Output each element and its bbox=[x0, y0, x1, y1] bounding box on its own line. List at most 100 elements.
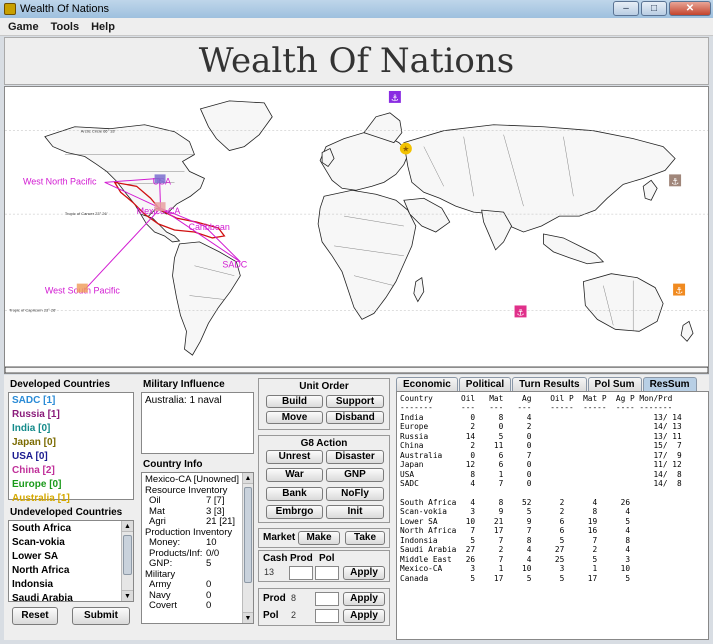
anchor-pink-icon[interactable]: ⚓ bbox=[514, 305, 527, 318]
header-banner: Wealth Of Nations bbox=[4, 37, 709, 85]
build-button[interactable]: Build bbox=[266, 395, 323, 408]
country-info-label: Army bbox=[149, 579, 172, 590]
maximize-button[interactable]: □ bbox=[641, 1, 667, 16]
region-label-caribbean[interactable]: Caribbean bbox=[188, 222, 229, 232]
developed-country-item[interactable]: Europe [0] bbox=[9, 477, 133, 491]
country-info-value: 0 bbox=[206, 579, 212, 590]
anchor-orange-icon[interactable]: ⚓ bbox=[673, 283, 686, 297]
gnp-button[interactable]: GNP bbox=[326, 468, 384, 482]
minimize-button[interactable]: – bbox=[613, 1, 639, 16]
market-panel: Market Make Take bbox=[258, 528, 390, 548]
menu-help[interactable]: Help bbox=[91, 21, 115, 33]
region-label-west-north-pacific[interactable]: West North Pacific bbox=[23, 176, 97, 186]
apply-cash-button[interactable]: Apply bbox=[343, 566, 385, 580]
developed-country-item[interactable]: Japan [0] bbox=[9, 435, 133, 449]
scroll-down-icon[interactable]: ▼ bbox=[122, 590, 133, 601]
bank-button[interactable]: Bank bbox=[266, 487, 323, 501]
developed-country-item[interactable]: India [0] bbox=[9, 421, 133, 435]
undeveloped-country-item[interactable]: North Africa bbox=[9, 563, 133, 577]
reset-button[interactable]: Reset bbox=[12, 607, 58, 625]
unit-order-panel: Unit Order Build Support Move Disband bbox=[258, 378, 390, 430]
developed-country-item[interactable]: Australia [1] bbox=[9, 491, 133, 505]
prod-input[interactable] bbox=[289, 566, 313, 580]
country-info-scroll-thumb[interactable] bbox=[244, 487, 252, 583]
disband-button[interactable]: Disband bbox=[326, 411, 384, 424]
undeveloped-scrollbar[interactable]: ▲ ▼ bbox=[121, 521, 133, 601]
market-label: Market bbox=[263, 532, 296, 543]
scroll-thumb[interactable] bbox=[123, 535, 132, 575]
developed-country-item[interactable]: USA [0] bbox=[9, 449, 133, 463]
menu-tools[interactable]: Tools bbox=[51, 21, 80, 33]
country-info-label: Money: bbox=[149, 537, 181, 548]
anchor-brown-icon[interactable]: ⚓ bbox=[669, 174, 682, 187]
anchor-purple-icon[interactable]: ⚓ bbox=[388, 90, 401, 104]
submit-button[interactable]: Submit bbox=[72, 607, 130, 625]
country-info-box: Mexico-CA [Unowned] Resource Inventory Oil… bbox=[141, 472, 254, 624]
war-button[interactable]: War bbox=[266, 468, 323, 482]
country-info-scrollbar[interactable]: ▲ ▼ bbox=[242, 473, 253, 623]
ressum-report: Country Oil Mat Ag Oil P Mat P Ag P Mon/… bbox=[396, 391, 709, 640]
prod-row-input[interactable] bbox=[315, 592, 339, 606]
take-button[interactable]: Take bbox=[345, 531, 385, 545]
init-button[interactable]: Init bbox=[326, 505, 384, 519]
country-info-label: Oil bbox=[149, 495, 161, 506]
menu-game[interactable]: Game bbox=[8, 21, 39, 33]
star-gold-icon[interactable]: ★ bbox=[399, 142, 412, 155]
country-info-label: Resource Inventory bbox=[145, 484, 228, 496]
undeveloped-country-item[interactable]: Saudi Arabia bbox=[9, 591, 133, 601]
country-info-scroll-down-icon[interactable]: ▼ bbox=[243, 612, 253, 623]
apply-pol-button[interactable]: Apply bbox=[343, 609, 385, 623]
pol-row-input[interactable] bbox=[315, 609, 339, 623]
military-influence-box: Australia: 1 naval bbox=[141, 392, 254, 454]
world-map[interactable]: Arctic Circle 66° 33' Tropic of Cancer 2… bbox=[4, 86, 709, 374]
undeveloped-country-item[interactable]: Lower SA bbox=[9, 549, 133, 563]
close-button[interactable]: ✕ bbox=[669, 1, 711, 16]
svg-text:⚓: ⚓ bbox=[675, 287, 683, 297]
move-button[interactable]: Move bbox=[266, 411, 323, 424]
developed-country-item[interactable]: SADC [1] bbox=[9, 393, 133, 407]
pol-row-value: 2 bbox=[291, 610, 297, 620]
make-button[interactable]: Make bbox=[298, 531, 340, 545]
ressum-table-text: Country Oil Mat Ag Oil P Mat P Ag P Mon/… bbox=[400, 394, 682, 583]
ship-wsp-icon[interactable] bbox=[76, 283, 88, 293]
undeveloped-country-item[interactable]: South Africa bbox=[9, 521, 133, 535]
country-info-label: Production Inventory bbox=[145, 526, 233, 538]
svg-text:★: ★ bbox=[402, 145, 409, 154]
developed-country-item[interactable]: Russia [1] bbox=[9, 407, 133, 421]
military-influence-title: Military Influence bbox=[143, 379, 225, 390]
developed-countries-title: Developed Countries bbox=[10, 379, 111, 390]
scroll-up-icon[interactable]: ▲ bbox=[122, 521, 133, 532]
pol-input[interactable] bbox=[315, 566, 339, 580]
world-map-svg[interactable]: Arctic Circle 66° 33' Tropic of Cancer 2… bbox=[5, 87, 708, 373]
developed-countries-list[interactable]: SADC [1] Russia [1] India [0] Japan [0] USA … bbox=[8, 392, 134, 504]
support-button[interactable]: Support bbox=[326, 395, 384, 408]
tab-political[interactable]: Political bbox=[458, 377, 512, 391]
country-info-title: Country Info bbox=[143, 459, 203, 470]
disaster-button[interactable]: Disaster bbox=[326, 450, 384, 464]
tab-turn-results[interactable]: Turn Results bbox=[512, 377, 587, 391]
country-info-label: Covert bbox=[149, 600, 177, 611]
undeveloped-country-item[interactable]: Indonsia bbox=[9, 577, 133, 591]
undeveloped-country-item[interactable]: Scan-vokia bbox=[9, 535, 133, 549]
military-influence-text: Australia: 1 naval bbox=[145, 395, 222, 406]
embargo-button[interactable]: Embrgo bbox=[266, 505, 323, 519]
country-info-scroll-up-icon[interactable]: ▲ bbox=[243, 473, 253, 484]
developed-country-item[interactable]: China [2] bbox=[9, 463, 133, 477]
unrest-button[interactable]: Unrest bbox=[266, 450, 323, 464]
tab-pol-sum[interactable]: Pol Sum bbox=[587, 377, 642, 391]
tab-ressum[interactable]: ResSum bbox=[642, 377, 697, 391]
window-title-bar[interactable]: Wealth Of Nations – □ ✕ bbox=[0, 0, 713, 18]
country-info-label: Mexico-CA [Unowned] bbox=[145, 474, 239, 485]
nofly-button[interactable]: NoFly bbox=[326, 487, 384, 501]
country-info-label: Navy bbox=[149, 589, 171, 601]
region-label-sadc[interactable]: SADC bbox=[222, 260, 247, 270]
undeveloped-countries-list[interactable]: South Africa Scan-vokia Lower SA North Afri… bbox=[8, 520, 134, 602]
ship-mexico-icon[interactable] bbox=[154, 202, 166, 212]
tab-economic[interactable]: Economic bbox=[396, 377, 458, 391]
prod-row-label: Prod bbox=[263, 593, 286, 604]
menu-bar: Game Tools Help bbox=[0, 18, 713, 36]
ship-usa-icon[interactable] bbox=[154, 174, 166, 184]
arctic-circle-label: Arctic Circle 66° 33' bbox=[81, 129, 116, 134]
apply-prod-button[interactable]: Apply bbox=[343, 592, 385, 606]
cash-prod-pol-panel: Cash Prod Pol 13 Apply bbox=[258, 550, 390, 582]
